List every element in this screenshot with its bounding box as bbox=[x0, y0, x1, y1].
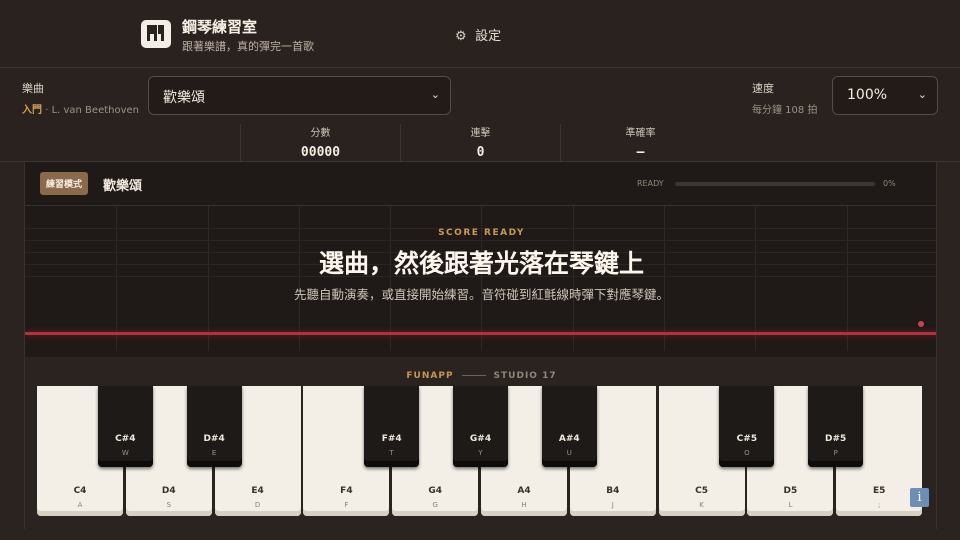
stage-header: 練習模式 歡樂頌 READY 0% bbox=[25, 162, 936, 206]
speed-subtitle: 每分鐘 108 拍 bbox=[752, 105, 818, 116]
key-hotkey-label: G bbox=[432, 501, 438, 509]
app-title: 鋼琴練習室 bbox=[182, 18, 258, 36]
stat-label: 準確率 bbox=[625, 128, 656, 139]
speed-label: 速度 bbox=[752, 82, 774, 95]
key-note-label: C#4 bbox=[115, 434, 136, 444]
staff-line bbox=[25, 240, 936, 241]
key-hotkey-label: S bbox=[166, 501, 172, 509]
song-meta: 入門 · L. van Beethoven bbox=[22, 101, 139, 116]
song-label: 樂曲 bbox=[22, 82, 44, 95]
key-hotkey-label: F bbox=[344, 501, 349, 509]
key-note-label: C4 bbox=[73, 486, 87, 496]
key-hotkey-label: L bbox=[788, 501, 793, 509]
hit-line bbox=[25, 332, 936, 335]
key-note-label: C#5 bbox=[736, 434, 758, 444]
overlay-headline: 選曲，然後跟著光落在琴鍵上 bbox=[318, 249, 644, 278]
stat-value: 0 bbox=[476, 145, 485, 160]
chevron-down-icon: ⌄ bbox=[917, 88, 927, 101]
key-note-label: D#5 bbox=[825, 434, 847, 444]
key-note-label: F4 bbox=[340, 486, 353, 496]
song-meta-separator: · bbox=[45, 105, 49, 116]
app-subtitle: 跟著樂譜，真的彈完一首歌 bbox=[182, 40, 314, 53]
key-hotkey-label: J bbox=[611, 501, 614, 509]
overlay-description: 先聽自動演奏，或直接開始練習。音符碰到紅氈線時彈下對應琴鍵。 bbox=[293, 287, 669, 302]
key-hotkey-label: Y bbox=[478, 449, 483, 457]
key-hotkey-label: D bbox=[254, 501, 261, 509]
key-note-label: F#4 bbox=[381, 434, 402, 444]
hit-indicator-dot bbox=[918, 321, 924, 327]
key-note-label: D5 bbox=[783, 486, 798, 496]
brand-divider bbox=[461, 375, 486, 376]
key-hotkey-label: T bbox=[389, 449, 394, 457]
mode-badge: 練習模式 bbox=[40, 172, 89, 195]
speed-select[interactable]: 100% ⌄ bbox=[832, 76, 938, 115]
key-note-label: A#4 bbox=[558, 434, 580, 444]
key-note-label: C5 bbox=[695, 486, 709, 496]
key-hotkey-label: K bbox=[699, 501, 704, 509]
key-hotkey-label: W bbox=[121, 449, 129, 457]
settings-label: 設定 bbox=[475, 29, 502, 44]
black-key[interactable]: F#4 T bbox=[364, 386, 420, 467]
song-select[interactable]: 歡樂頌 ⌄ bbox=[148, 76, 451, 115]
brand-strip: FUNAPP STUDIO 17 bbox=[25, 371, 938, 381]
ready-label: READY bbox=[637, 179, 664, 188]
black-key[interactable]: C#4 W bbox=[97, 386, 153, 467]
key-note-label: D4 bbox=[161, 486, 176, 496]
stage-song-title: 歡樂頌 bbox=[103, 179, 143, 194]
key-note-label: D#4 bbox=[203, 434, 225, 444]
settings-button[interactable]: ⚙ 設定 bbox=[455, 25, 501, 44]
black-key[interactable]: C#5 O bbox=[719, 386, 775, 467]
key-note-label: G#4 bbox=[469, 434, 492, 444]
key-hotkey-label: O bbox=[744, 449, 750, 457]
key-note-label: G4 bbox=[428, 486, 443, 496]
control-panel: 樂曲 入門 · L. van Beethoven 歡樂頌 ⌄ 速度 每分鐘 10… bbox=[0, 68, 960, 162]
key-note-label: A4 bbox=[517, 486, 531, 496]
key-hotkey-label: A bbox=[77, 501, 83, 509]
song-composer: L. van Beethoven bbox=[51, 105, 140, 116]
overlay-eyebrow: SCORE READY bbox=[438, 228, 525, 238]
stat-score: 分數 00000 bbox=[240, 124, 400, 162]
key-note-label: E4 bbox=[251, 486, 264, 496]
key-hotkey-label: E bbox=[211, 449, 217, 457]
black-key[interactable]: D#5 P bbox=[808, 386, 864, 467]
info-icon[interactable]: i bbox=[910, 488, 929, 507]
key-hotkey-label: H bbox=[521, 501, 527, 509]
stat-label: 分數 bbox=[310, 128, 331, 139]
stat-value: 00000 bbox=[300, 145, 341, 160]
song-progress-bar bbox=[675, 182, 875, 186]
key-note-label: B4 bbox=[606, 486, 620, 496]
bottom-strip bbox=[0, 529, 960, 540]
piano-logo-icon bbox=[141, 20, 171, 48]
brand-name: FUNAPP bbox=[406, 371, 454, 381]
key-hotkey-label: P bbox=[833, 449, 838, 457]
piano-keyboard: FUNAPP STUDIO 17 C4 A D4 S E4 D F4 F G4 G A4 H B4 J C5 K… bbox=[24, 357, 937, 529]
song-level: 入門 bbox=[22, 105, 42, 116]
gear-icon: ⚙ bbox=[455, 29, 467, 44]
progress-percent: 0% bbox=[883, 179, 896, 188]
brand-model: STUDIO 17 bbox=[493, 371, 557, 381]
keys-container: C4 A D4 S E4 D F4 F G4 G A4 H B4 J C5 K D5 L E5; C#4 W D#4 E F#… bbox=[37, 386, 925, 518]
song-select-value: 歡樂頌 bbox=[163, 90, 205, 106]
stat-label: 連擊 bbox=[470, 128, 491, 139]
black-key[interactable]: A#4 U bbox=[541, 386, 597, 467]
stat-combo: 連擊 0 bbox=[400, 124, 560, 162]
practice-stage: 練習模式 歡樂頌 READY 0% SCORE READY 選曲，然後跟著光落在… bbox=[24, 162, 937, 357]
key-hotkey-label: U bbox=[566, 449, 572, 457]
black-key[interactable]: G#4 Y bbox=[453, 386, 508, 467]
stat-accuracy: 準確率 — bbox=[560, 124, 720, 162]
stat-value: — bbox=[636, 145, 645, 160]
top-bar: 鋼琴練習室 跟著樂譜，真的彈完一首歌 ⚙ 設定 bbox=[0, 0, 960, 68]
black-key[interactable]: D#4 E bbox=[186, 386, 242, 467]
speed-select-value: 100% bbox=[847, 87, 888, 103]
chevron-down-icon: ⌄ bbox=[430, 88, 440, 101]
